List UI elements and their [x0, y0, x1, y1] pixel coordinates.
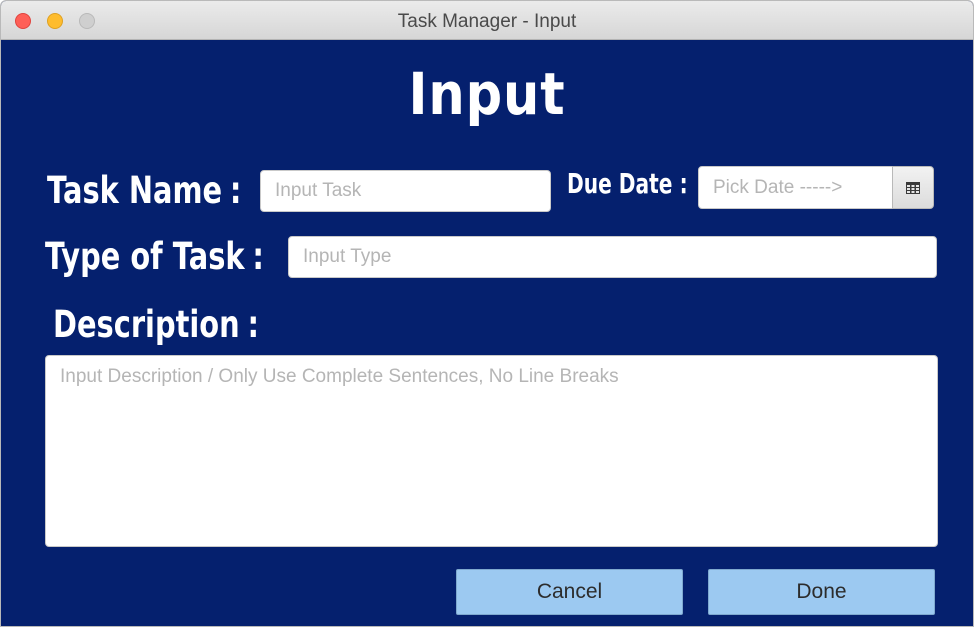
task-type-label-text: Type of Task [45, 235, 245, 278]
due-date-colon: : [679, 167, 688, 200]
task-name-label-text: Task Name [47, 169, 223, 212]
task-type-colon: : [252, 235, 264, 278]
calendar-icon [906, 181, 920, 194]
page-title: Input [408, 60, 566, 128]
done-button[interactable]: Done [708, 569, 935, 615]
description-textarea[interactable] [45, 355, 938, 547]
description-label-text: Description [53, 303, 240, 346]
task-name-label: Task Name: [47, 169, 241, 212]
title-bar[interactable]: Task Manager - Input [1, 1, 973, 40]
date-picker-button[interactable] [892, 166, 934, 209]
task-name-input[interactable] [260, 170, 551, 212]
task-name-colon: : [229, 169, 242, 212]
description-colon: : [247, 303, 260, 346]
due-date-input[interactable] [698, 166, 894, 209]
description-label: Description: [53, 303, 259, 346]
input-form: Input Task Name: Due Date: [1, 40, 973, 626]
task-type-input[interactable] [288, 236, 937, 278]
task-manager-window: Task Manager - Input Input Task Name: Du… [0, 0, 974, 627]
window-title: Task Manager - Input [397, 11, 577, 32]
due-date-label-text: Due Date [567, 167, 673, 200]
task-type-label: Type of Task: [45, 235, 264, 278]
due-date-label: Due Date: [567, 167, 688, 200]
cancel-button[interactable]: Cancel [456, 569, 683, 615]
